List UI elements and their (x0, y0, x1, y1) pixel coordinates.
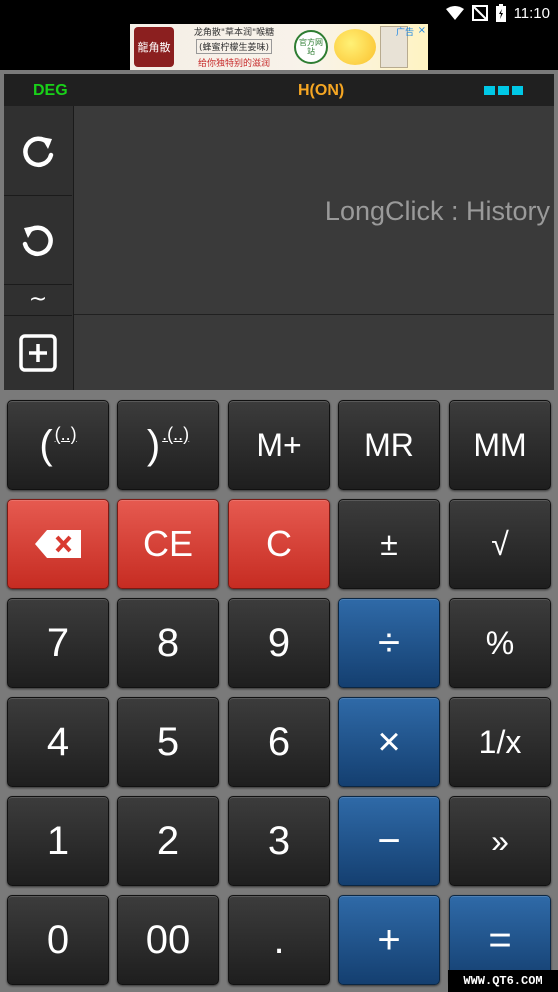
ad-tag: 广告 (395, 28, 414, 38)
tilde-label: ~ (28, 287, 48, 312)
reciprocal-key[interactable]: 1/x (449, 697, 551, 787)
redo-icon (23, 136, 54, 167)
digit-label: 0 (46, 917, 70, 962)
no-signal-icon (471, 5, 488, 21)
double-zero-label: 00 (145, 917, 191, 962)
backspace-key[interactable] (7, 499, 109, 589)
decimal-label: . (273, 917, 285, 962)
plus-minus-key[interactable]: ± (338, 499, 440, 589)
calculator: DEG H(ON) ~ LongClick: History ((..))… (0, 70, 558, 992)
close-paren-sup: .(..) (162, 424, 190, 444)
forward-label: » (491, 822, 509, 859)
expand-button[interactable]: ~ (4, 285, 72, 316)
reciprocal-label: 1/x (478, 723, 522, 760)
clear-entry-key[interactable]: CE (117, 499, 219, 589)
digit-8-key[interactable]: 8 (117, 598, 219, 688)
digit-label: 5 (156, 719, 180, 764)
clear-key[interactable]: C (228, 499, 330, 589)
ad-line3: 给你独特别的滋润 (197, 59, 270, 69)
sqrt-label: √ (491, 525, 509, 562)
side-toolbar: ~ (4, 106, 74, 390)
digit-1-key[interactable]: 1 (7, 796, 109, 886)
double-zero-key[interactable]: 00 (117, 895, 219, 985)
expression-screen[interactable] (74, 315, 554, 390)
watermark: WWW.QT6.COM (448, 970, 558, 992)
plus-key[interactable]: + (338, 895, 440, 985)
minus-key[interactable]: − (338, 796, 440, 886)
memory-recall-key[interactable]: MR (338, 400, 440, 490)
divide-label: ÷ (378, 620, 400, 665)
status-bar: 11:10 龍角散 龙角散"草本润"喉糖 (蜂蜜柠檬生姜味) 给你独特别的滋润 … (0, 0, 558, 70)
wifi-icon (445, 6, 464, 20)
sqrt-key[interactable]: √ (449, 499, 551, 589)
digit-4-key[interactable]: 4 (7, 697, 109, 787)
ad-line1: 龙角散"草本润"喉糖 (193, 28, 275, 38)
keypad: ((..) ) .(..) M+ MR MM CE C ± √ 7 8 9 ÷ %… (0, 396, 558, 992)
ad-line2: (蜂蜜柠檬生姜味) (195, 39, 273, 54)
undo-icon (22, 225, 53, 256)
digit-label: 6 (267, 719, 291, 764)
status-icons: 11:10 (445, 3, 550, 23)
m-plus-label: M+ (256, 426, 302, 463)
mr-label: MR (364, 426, 414, 463)
close-paren-label: ) (146, 423, 161, 467)
lemon-image (334, 29, 376, 65)
angle-mode-toggle[interactable]: DEG (33, 82, 68, 100)
plus-minus-label: ± (380, 525, 398, 562)
digit-label: 7 (46, 620, 70, 665)
result-screen[interactable]: LongClick : History (74, 106, 554, 315)
percent-label: % (485, 624, 515, 661)
digit-label: 2 (156, 818, 180, 863)
redo-button[interactable] (4, 106, 72, 196)
ad-close-icon[interactable]: × (418, 25, 426, 36)
ad-copy: 龙角散"草本润"喉糖 (蜂蜜柠檬生姜味) 给你独特别的滋润 (180, 25, 288, 69)
digit-label: 1 (46, 818, 70, 863)
digit-label: 4 (46, 719, 70, 764)
divide-key[interactable]: ÷ (338, 598, 440, 688)
close-paren-key[interactable]: ) .(..) (117, 400, 219, 490)
plus-label: + (377, 917, 401, 962)
digit-label: 8 (156, 620, 180, 665)
digit-label: 9 (267, 620, 291, 665)
mm-label: MM (473, 426, 527, 463)
digit-label: 3 (267, 818, 291, 863)
history-toggle[interactable]: H(ON) (298, 82, 344, 100)
digit-2-key[interactable]: 2 (117, 796, 219, 886)
open-paren-key[interactable]: ((..) (7, 400, 109, 490)
multiply-key[interactable]: × (338, 697, 440, 787)
ad-logo: 龍角散 (134, 27, 174, 67)
battery-icon (495, 4, 506, 22)
backspace-icon (35, 530, 81, 558)
status-time: 11:10 (513, 4, 550, 22)
undo-button[interactable] (4, 196, 72, 285)
plus-square-icon (19, 334, 57, 372)
ad-banner[interactable]: 龍角散 龙角散"草本润"喉糖 (蜂蜜柠檬生姜味) 给你独特别的滋润 官方网站 广… (130, 24, 428, 70)
equals-label: = (488, 917, 512, 962)
memory-add-key[interactable]: M+ (228, 400, 330, 490)
history-hint: LongClick : History (324, 196, 550, 226)
memory-manage-key[interactable]: MM (449, 400, 551, 490)
decimal-key[interactable]: . (228, 895, 330, 985)
forward-key[interactable]: » (449, 796, 551, 886)
multiply-label: × (377, 719, 401, 764)
c-label: C (266, 523, 292, 564)
digit-3-key[interactable]: 3 (228, 796, 330, 886)
display-area: ~ LongClick : History (4, 106, 554, 390)
digit-0-key[interactable]: 0 (7, 895, 109, 985)
menu-indicator[interactable] (484, 86, 523, 95)
ad-badge: 官方网站 (294, 30, 328, 64)
open-paren-label: ( (39, 423, 53, 467)
open-paren-sup: (..) (54, 424, 77, 444)
add-memo-button[interactable] (4, 316, 72, 390)
digit-6-key[interactable]: 6 (228, 697, 330, 787)
percent-key[interactable]: % (449, 598, 551, 688)
ce-label: CE (142, 523, 193, 564)
mode-bar: DEG H(ON) (4, 74, 554, 106)
digit-9-key[interactable]: 9 (228, 598, 330, 688)
minus-label: − (377, 818, 401, 863)
digit-5-key[interactable]: 5 (117, 697, 219, 787)
digit-7-key[interactable]: 7 (7, 598, 109, 688)
